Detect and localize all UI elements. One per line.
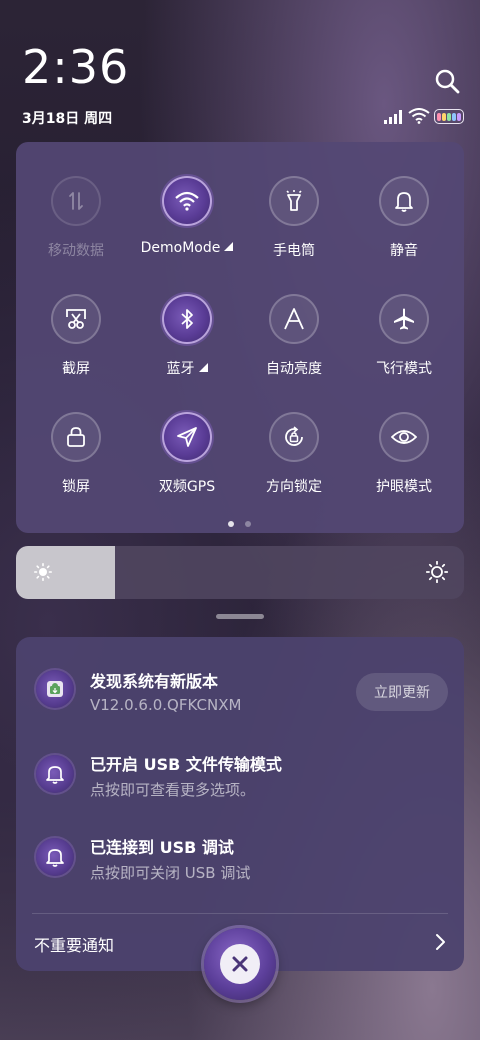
update-now-button[interactable]: 立即更新 xyxy=(356,673,448,711)
tile-airplane[interactable]: 飞行模式 xyxy=(348,260,460,377)
tile-label: 方向锁定 xyxy=(266,479,322,495)
screenshot-icon xyxy=(51,294,101,344)
gps-icon xyxy=(162,412,212,462)
tile-lock-screen[interactable]: 锁屏 xyxy=(20,378,132,495)
auto-brightness-icon xyxy=(269,294,319,344)
mobile-data-icon xyxy=(51,176,101,226)
tile-flashlight[interactable]: 手电筒 xyxy=(238,142,350,259)
tile-label: 蓝牙 xyxy=(131,358,243,378)
tile-eye-care[interactable]: 护眼模式 xyxy=(348,378,460,495)
notification-title[interactable]: 已连接到 USB 调试 xyxy=(90,834,234,858)
android-update-icon xyxy=(36,670,74,708)
airplane-icon xyxy=(379,294,429,344)
wifi-icon xyxy=(162,176,212,226)
brightness-slider[interactable] xyxy=(16,546,464,599)
tile-mute[interactable]: 静音 xyxy=(348,142,460,259)
tile-bluetooth[interactable]: 蓝牙 xyxy=(131,260,243,377)
page-indicator-dot xyxy=(245,521,251,527)
expand-caret-icon[interactable] xyxy=(198,363,208,372)
flashlight-icon xyxy=(269,176,319,226)
tile-demomode[interactable]: DemoMode xyxy=(131,142,243,256)
lock-icon xyxy=(51,412,101,462)
tile-label: 双频GPS xyxy=(158,479,216,495)
eye-icon xyxy=(379,412,429,462)
wifi-status-icon xyxy=(408,108,430,124)
tile-label: 护眼模式 xyxy=(376,479,432,495)
tile-mobile-data[interactable]: 移动数据 xyxy=(20,142,132,259)
bell-icon xyxy=(36,755,74,793)
drag-handle[interactable] xyxy=(216,614,264,619)
sun-small-icon xyxy=(34,563,52,581)
notification-title[interactable]: 已开启 USB 文件传输模式 xyxy=(90,751,282,775)
tile-rotation-lock[interactable]: 方向锁定 xyxy=(238,378,350,495)
unimportant-notifications-link[interactable]: 不重要通知 xyxy=(34,932,114,956)
tile-label: 截屏 xyxy=(62,361,90,377)
tile-label: DemoMode xyxy=(131,240,243,256)
tile-dual-gps[interactable]: 双频GPS xyxy=(131,378,243,495)
bell-icon xyxy=(36,838,74,876)
date: 3月18日 周四 xyxy=(22,111,113,127)
tile-label: 静音 xyxy=(390,243,418,259)
tile-screenshot[interactable]: 截屏 xyxy=(20,260,132,377)
page-indicator-dot-active xyxy=(228,521,234,527)
divider xyxy=(32,913,448,914)
close-icon xyxy=(220,944,260,984)
expand-caret-icon[interactable] xyxy=(224,242,234,251)
search-icon[interactable] xyxy=(432,66,462,96)
quick-settings-panel: 移动数据 DemoMode 手电筒 静音 截屏 蓝牙 自动亮度 飞行模式 锁屏 … xyxy=(16,142,464,533)
tile-label: 自动亮度 xyxy=(266,361,322,377)
rotation-lock-icon xyxy=(269,412,319,462)
tile-label: 锁屏 xyxy=(62,479,90,495)
notification-subtitle: 点按即可查看更多选项。 xyxy=(90,781,256,799)
battery-icon xyxy=(434,109,464,124)
brightness-slider-fill xyxy=(16,546,115,599)
notification-title[interactable]: 发现系统有新版本 xyxy=(90,668,218,692)
clear-all-button[interactable] xyxy=(204,928,276,1000)
tile-label: 移动数据 xyxy=(48,243,104,259)
signal-icon xyxy=(384,110,402,124)
notification-subtitle: V12.0.6.0.QFKCNXM xyxy=(90,696,242,714)
sun-large-icon xyxy=(426,561,448,583)
tile-label: 飞行模式 xyxy=(376,361,432,377)
tile-auto-brightness[interactable]: 自动亮度 xyxy=(238,260,350,377)
notification-subtitle: 点按即可关闭 USB 调试 xyxy=(90,864,251,882)
chevron-right-icon[interactable] xyxy=(432,933,448,951)
bluetooth-icon xyxy=(162,294,212,344)
clock: 2:36 xyxy=(22,40,130,94)
tile-label: 手电筒 xyxy=(273,243,315,259)
bell-icon xyxy=(379,176,429,226)
